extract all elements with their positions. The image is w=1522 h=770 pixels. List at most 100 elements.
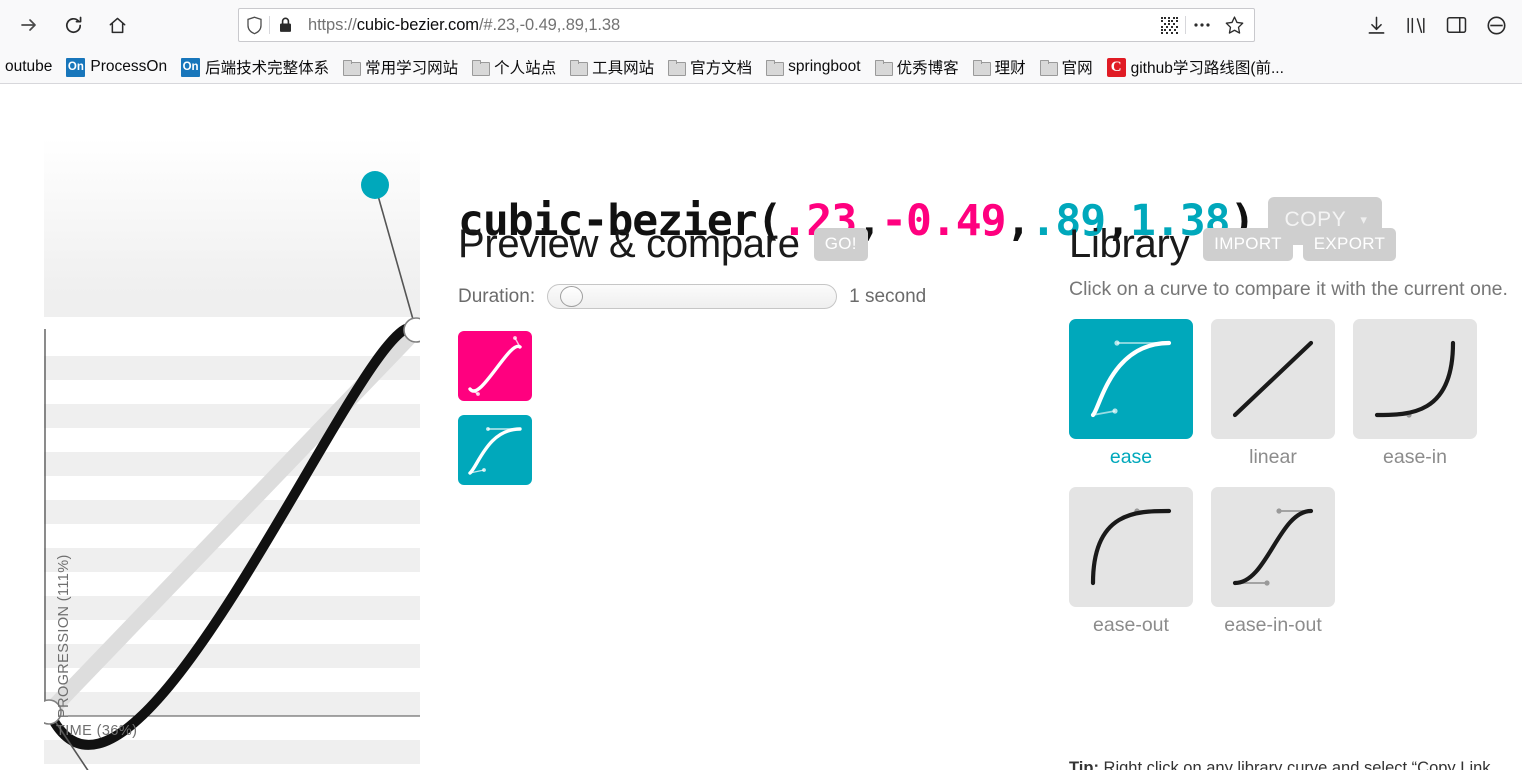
y-axis-label: PROGRESSION (111%) [56, 554, 72, 718]
library-tip-text: Right click on any library curve and sel… [1103, 759, 1491, 770]
folder-icon [472, 60, 491, 76]
url-text[interactable]: https://cubic-bezier.com/#.23,-0.49,.89,… [300, 16, 1153, 35]
browser-chrome: https://cubic-bezier.com/#.23,-0.49,.89,… [0, 0, 1522, 84]
folder-icon [972, 60, 991, 76]
bookmark-item[interactable]: 官方文档 [662, 54, 758, 80]
library-thumb-ease-out [1069, 487, 1193, 607]
folder-icon [766, 60, 785, 76]
account-icon[interactable] [1476, 8, 1516, 42]
bookmark-label: 工具网站 [592, 60, 655, 77]
library-tip-bold: Tip: [1069, 759, 1099, 770]
bookmark-label: 理财 [994, 60, 1026, 77]
bookmark-item[interactable]: outube [0, 54, 58, 80]
preview-swatches [458, 331, 1018, 485]
padlock-icon[interactable] [270, 9, 300, 41]
reload-icon[interactable] [56, 8, 90, 42]
duration-slider-thumb[interactable] [560, 286, 584, 307]
ease-in-curve-glyph [1374, 340, 1456, 418]
on-icon: On [66, 57, 86, 77]
duration-row: Duration: 1 second [458, 284, 1018, 309]
library-thumb-ease-in-out [1211, 487, 1335, 607]
preview-current-curve-glyph [468, 336, 522, 396]
library-thumb-ease-in [1353, 319, 1477, 439]
go-button[interactable]: GO! [813, 227, 868, 261]
bookmark-item[interactable]: 工具网站 [564, 54, 660, 80]
bookmark-label: 常用学习网站 [365, 60, 459, 77]
duration-label: Duration: [458, 285, 536, 307]
library-icon[interactable] [1396, 8, 1436, 42]
bezier-canvas[interactable]: TIME (36%) PROGRESSION (111%) [44, 138, 420, 770]
ease-curve-glyph [1090, 340, 1172, 418]
library-label-linear: linear [1249, 446, 1297, 468]
folder-icon [874, 60, 893, 76]
grid-bands [44, 138, 420, 764]
on-icon: On [181, 57, 201, 77]
ease-in-out-curve-glyph [1232, 508, 1314, 586]
bookmark-label: springboot [788, 58, 861, 75]
library-item-ease-in-out[interactable]: ease-in-out [1211, 487, 1335, 637]
bookmark-item[interactable]: C github学习路线图(前... [1101, 54, 1290, 80]
bookmark-label: 官网 [1061, 60, 1093, 77]
duration-value: 1 second [849, 285, 927, 307]
preview-header-row: Preview & compare GO! [458, 224, 1018, 264]
control-point-p2-handle [361, 171, 389, 199]
library-label-ease: ease [1109, 446, 1153, 468]
ease-out-curve-glyph [1090, 508, 1172, 586]
library-thumb-linear [1211, 319, 1335, 439]
x-axis-label: TIME (36%) [56, 723, 137, 739]
preview-compare-section: Preview & compare GO! Duration: 1 second [458, 224, 1018, 499]
url-scheme: https:// [308, 15, 357, 34]
url-bar[interactable]: https://cubic-bezier.com/#.23,-0.49,.89,… [238, 8, 1255, 42]
home-icon[interactable] [100, 8, 134, 42]
bookmark-item[interactable]: 理财 [967, 54, 1032, 80]
github-c-icon: C [1106, 57, 1126, 77]
library-thumb-ease [1069, 319, 1193, 439]
url-path: /#.23,-0.49,.89,1.38 [478, 15, 621, 34]
url-bar-actions [1153, 10, 1254, 40]
library-label-ease-out: ease-out [1093, 614, 1169, 636]
bookmark-label: 官方文档 [690, 60, 753, 77]
library-title: Library [1069, 222, 1190, 266]
preview-title: Preview & compare [458, 222, 800, 266]
forward-arrow-icon[interactable] [12, 8, 46, 42]
export-button[interactable]: EXPORT [1302, 227, 1397, 261]
preview-current-curve[interactable] [458, 331, 532, 401]
downloads-icon[interactable] [1356, 8, 1396, 42]
folder-icon [570, 60, 589, 76]
bookmark-item[interactable]: On ProcessOn [60, 54, 173, 80]
linear-curve-glyph [1232, 340, 1314, 418]
qr-code-icon[interactable] [1153, 10, 1185, 40]
library-item-ease-out[interactable]: ease-out [1069, 487, 1193, 637]
bookmark-item[interactable]: 个人站点 [466, 54, 562, 80]
shield-icon[interactable] [239, 9, 269, 41]
library-item-linear[interactable]: linear [1211, 319, 1335, 469]
library-section: Library IMPORT EXPORT Click on a curve t… [1069, 224, 1522, 655]
folder-icon [343, 60, 362, 76]
url-host: cubic-bezier.com [356, 15, 479, 34]
bookmark-star-icon[interactable] [1218, 10, 1250, 40]
sidebar-icon[interactable] [1436, 8, 1476, 42]
library-subtitle: Click on a curve to compare it with the … [1069, 278, 1508, 300]
page-content: TIME (36%) PROGRESSION (111%) SAVE TO LI… [0, 84, 1522, 770]
duration-slider[interactable] [547, 284, 838, 309]
bookmark-item[interactable]: On 后端技术完整体系 [175, 54, 335, 80]
bookmark-label: github学习路线图(前... [1130, 60, 1284, 77]
bookmark-label: 个人站点 [494, 60, 557, 77]
import-button[interactable]: IMPORT [1203, 227, 1293, 261]
preview-compare-curve[interactable] [458, 415, 532, 485]
bookmark-label: 优秀博客 [896, 60, 959, 77]
bezier-curve [44, 322, 420, 750]
bookmark-item[interactable]: springboot [760, 54, 866, 80]
bookmark-item[interactable]: 官网 [1034, 54, 1099, 80]
folder-icon [668, 60, 687, 76]
bookmark-label: outube [5, 58, 53, 75]
library-item-ease-in[interactable]: ease-in [1353, 319, 1477, 469]
page-actions-icon[interactable] [1186, 10, 1218, 40]
bookmark-label: 后端技术完整体系 [205, 60, 330, 77]
bookmark-label: ProcessOn [90, 58, 168, 75]
bezier-editor[interactable]: TIME (36%) PROGRESSION (111%) SAVE TO LI… [44, 138, 420, 770]
library-label-ease-in: ease-in [1383, 446, 1447, 468]
bookmark-item[interactable]: 优秀博客 [869, 54, 965, 80]
bookmark-item[interactable]: 常用学习网站 [337, 54, 464, 80]
library-item-ease[interactable]: ease [1069, 319, 1193, 469]
